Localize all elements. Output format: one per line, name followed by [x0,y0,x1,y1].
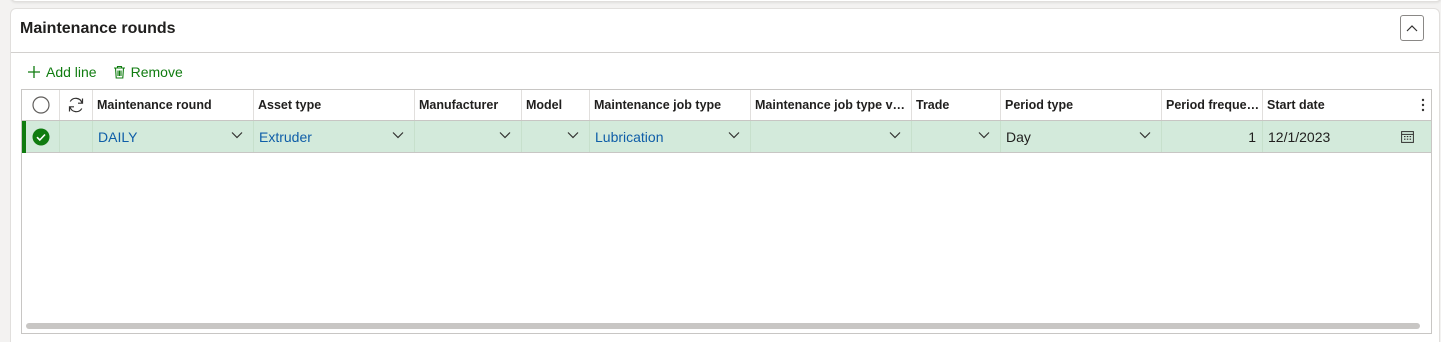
horizontal-scrollbar[interactable] [26,323,1420,329]
col-trade[interactable]: Trade [912,90,1001,120]
table-row[interactable]: DAILY Extruder Lubrication Day 1 12/1/20… [22,121,1431,153]
col-period-frequency[interactable]: Period frequen... [1162,90,1263,120]
remove-button[interactable]: Remove [113,64,183,80]
refresh-cell[interactable] [60,90,93,120]
select-all-cell[interactable] [22,90,60,120]
column-options-cell[interactable] [1413,90,1431,120]
chevron-down-icon[interactable] [889,131,901,139]
chevron-down-icon[interactable] [392,131,404,139]
chevron-down-icon[interactable] [499,131,511,139]
chevron-down-icon[interactable] [1139,131,1151,139]
period-frequency-value: 1 [1248,129,1256,145]
refresh-icon [68,97,84,113]
chevron-down-icon[interactable] [567,131,579,139]
start-date-cell[interactable]: 12/1/2023 [1263,121,1431,152]
col-maintenance-job-type-variant[interactable]: Maintenance job type vari... [751,90,912,120]
period-type-value: Day [1006,129,1031,145]
col-manufacturer[interactable]: Manufacturer [415,90,522,120]
check-circle-icon [32,128,50,146]
chevron-down-icon[interactable] [728,131,740,139]
col-start-date[interactable]: Start date [1263,90,1413,120]
trash-icon [113,65,125,79]
row-select-cell[interactable] [22,121,60,152]
col-asset-type[interactable]: Asset type [254,90,415,120]
previous-section-card [10,0,1441,2]
chevron-up-icon [1406,25,1418,32]
panel-title: Maintenance rounds [20,20,176,37]
trade-cell[interactable] [912,121,1001,152]
add-line-button[interactable]: Add line [27,64,97,80]
collapse-button[interactable] [1400,15,1424,41]
maintenance-round-cell[interactable]: DAILY [93,121,254,152]
maintenance-job-type-value: Lubrication [595,129,664,145]
radio-circle-icon [32,96,50,114]
manufacturer-cell[interactable] [415,121,522,152]
asset-type-cell[interactable]: Extruder [254,121,415,152]
chevron-down-icon[interactable] [978,131,990,139]
col-maintenance-round[interactable]: Maintenance round [93,90,254,120]
panel-header: Maintenance rounds [11,9,1439,53]
row-spacer-cell [60,121,93,152]
remove-label: Remove [130,64,183,80]
maintenance-rounds-panel: Maintenance rounds Add line Remove Maint… [10,8,1440,342]
period-frequency-cell[interactable]: 1 [1162,121,1263,152]
more-vertical-icon [1421,98,1425,112]
model-cell[interactable] [522,121,590,152]
maintenance-job-type-variant-cell[interactable] [751,121,912,152]
calendar-icon[interactable] [1401,131,1414,143]
maintenance-job-type-cell[interactable]: Lubrication [590,121,751,152]
grid-header: Maintenance round Asset type Manufacture… [22,90,1431,121]
period-type-cell[interactable]: Day [1001,121,1162,152]
add-line-label: Add line [46,64,97,80]
toolbar: Add line Remove [27,61,199,83]
maintenance-rounds-grid: Maintenance round Asset type Manufacture… [21,89,1432,334]
maintenance-round-value: DAILY [98,129,138,145]
col-model[interactable]: Model [522,90,590,120]
start-date-value: 12/1/2023 [1268,129,1331,145]
plus-icon [28,66,40,78]
col-maintenance-job-type[interactable]: Maintenance job type [590,90,751,120]
col-period-type[interactable]: Period type [1001,90,1162,120]
chevron-down-icon[interactable] [231,131,243,139]
asset-type-value: Extruder [259,129,312,145]
